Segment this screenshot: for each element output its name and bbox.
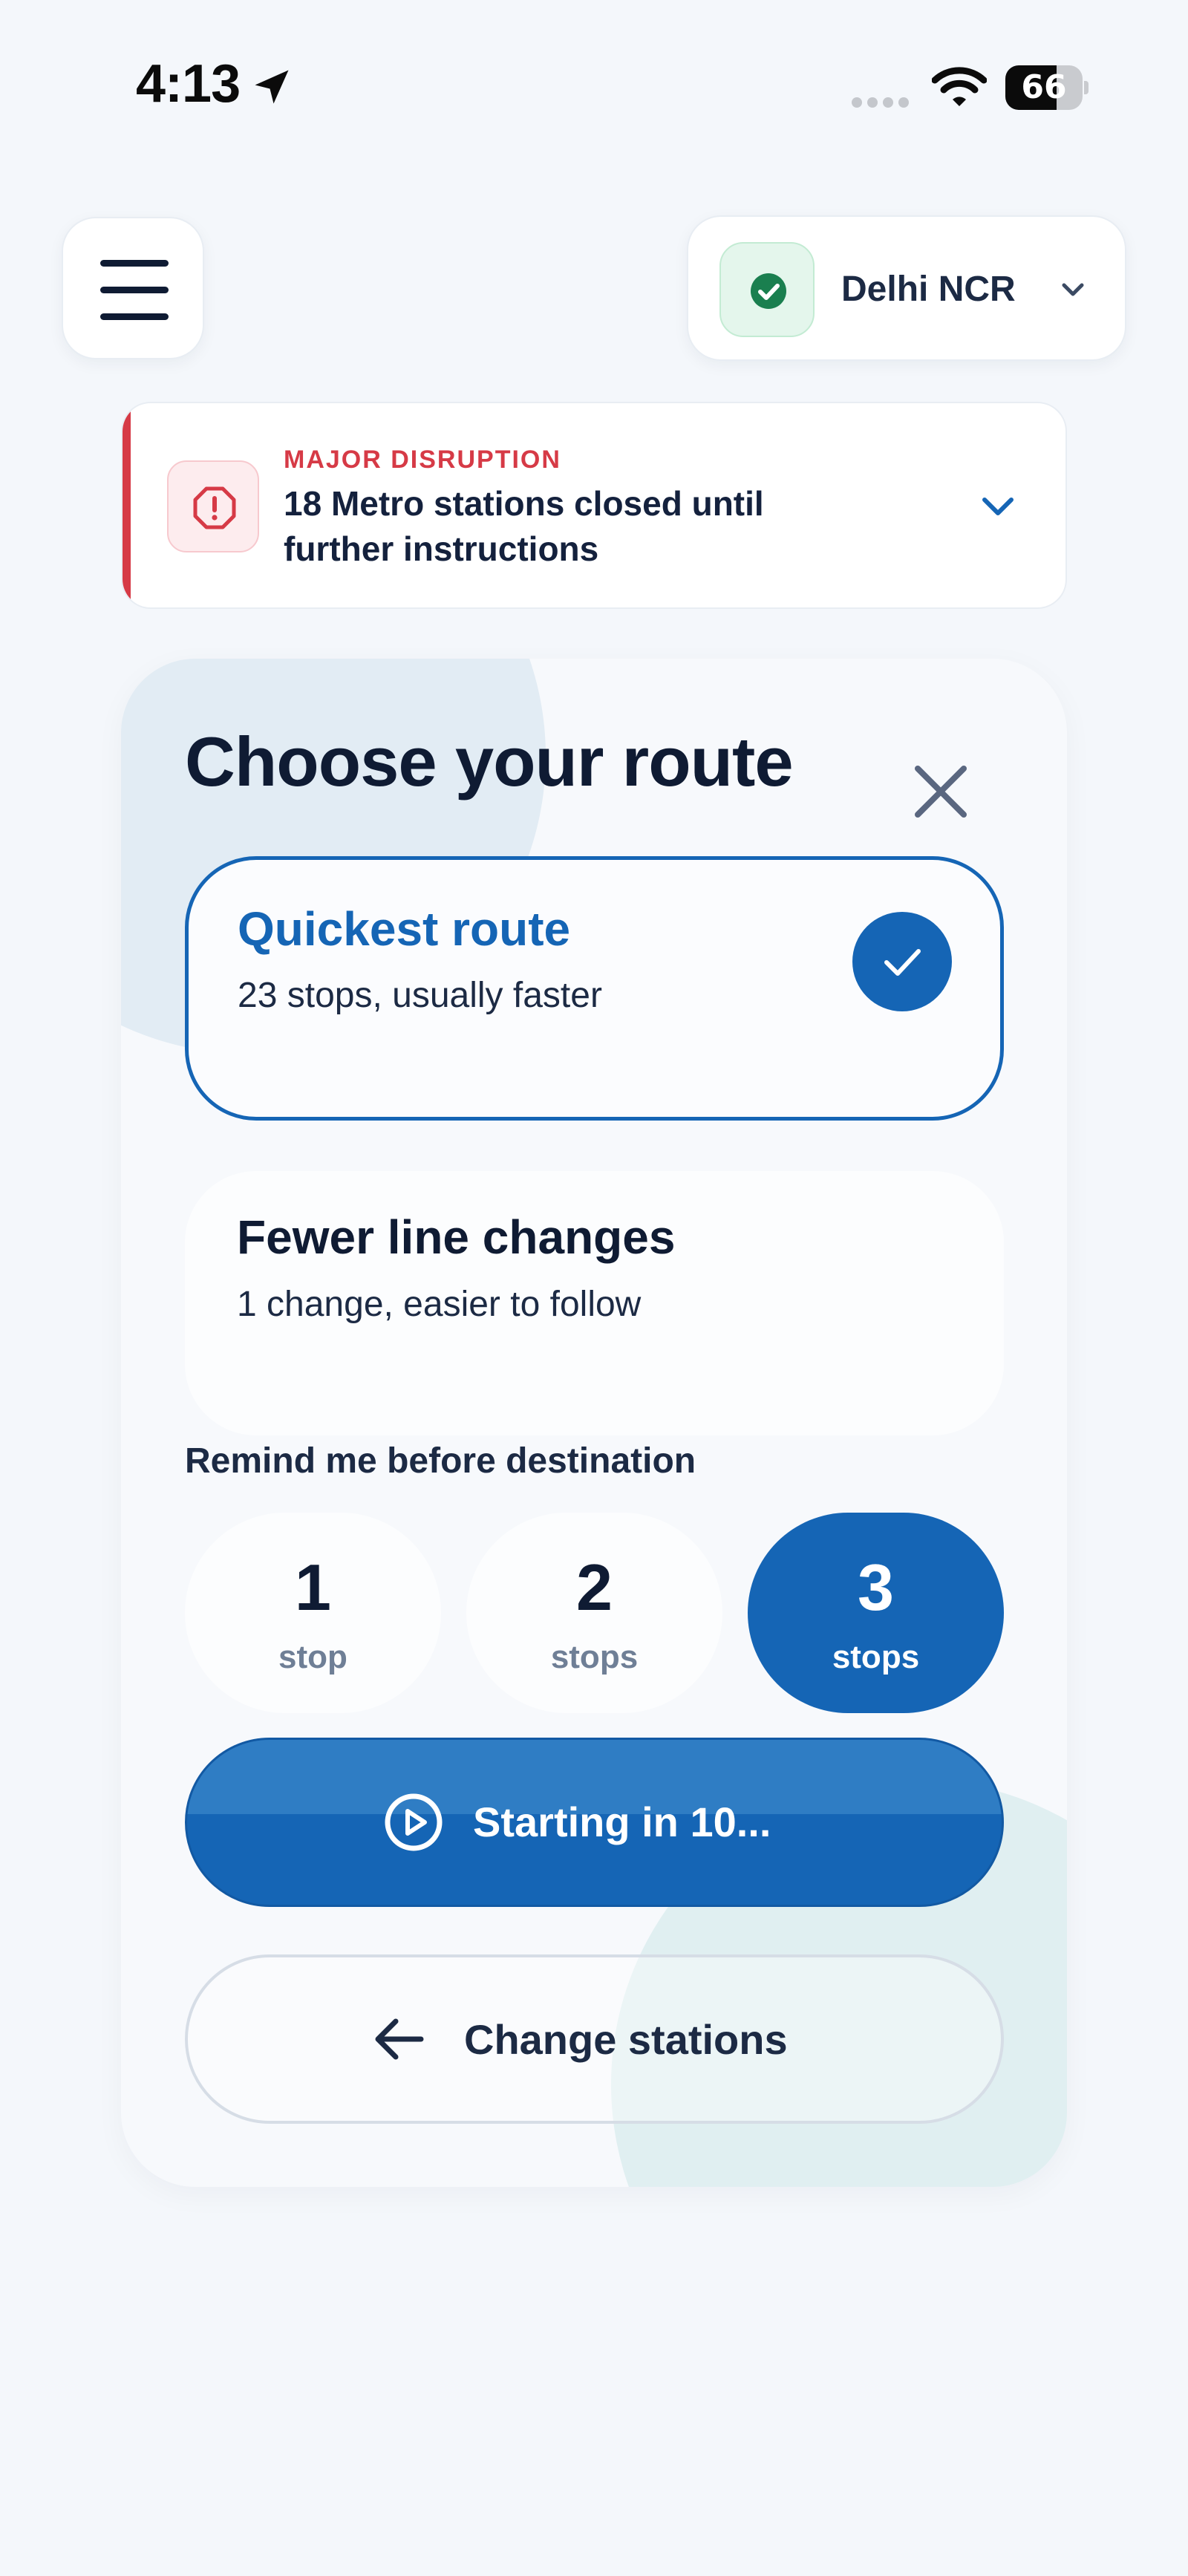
remind-option-number: 2 bbox=[576, 1551, 613, 1624]
checkmark-icon bbox=[884, 949, 921, 976]
battery-tip bbox=[1084, 81, 1089, 94]
alert-octagon-icon bbox=[193, 486, 236, 529]
wifi-icon bbox=[932, 67, 987, 106]
remind-option-2-stops[interactable]: 2 stops bbox=[466, 1513, 722, 1713]
alert-message: 18 Metro stations closed until further i… bbox=[284, 484, 764, 568]
play-circle-icon bbox=[385, 1793, 443, 1851]
remind-option-number: 1 bbox=[295, 1551, 331, 1624]
alert-expand-chevron-icon[interactable] bbox=[977, 491, 1019, 522]
alert-stripe bbox=[123, 403, 131, 607]
start-journey-label: Starting in 10... bbox=[473, 1799, 771, 1845]
battery-body: 66 bbox=[1005, 65, 1083, 110]
alert-icon-box bbox=[167, 460, 259, 552]
battery-level: 66 bbox=[1021, 68, 1067, 106]
route-panel-title: Choose your route bbox=[185, 723, 794, 800]
route-panel: Choose your route Quickest route 23 stop… bbox=[121, 659, 1067, 2187]
selected-check-badge bbox=[852, 912, 952, 1011]
route-option-subtitle: 1 change, easier to follow bbox=[237, 1285, 642, 1324]
status-bar: 4:13 66 bbox=[0, 0, 1188, 149]
remind-label: Remind me before destination bbox=[185, 1441, 696, 1481]
remind-option-3-stops[interactable]: 3 stops bbox=[748, 1513, 1004, 1713]
battery-icon: 66 bbox=[1005, 65, 1089, 110]
menu-button[interactable] bbox=[62, 217, 204, 359]
route-option-title: Quickest route bbox=[238, 902, 571, 956]
alert-tag: MAJOR DISRUPTION bbox=[284, 446, 561, 474]
hamburger-menu-icon bbox=[100, 260, 169, 320]
region-label: Delhi NCR bbox=[841, 270, 1016, 309]
disruption-alert[interactable]: MAJOR DISRUPTION 18 Metro stations close… bbox=[121, 402, 1067, 609]
change-stations-button[interactable]: Change stations bbox=[185, 1954, 1004, 2124]
close-button[interactable] bbox=[904, 755, 977, 828]
region-selector[interactable]: Delhi NCR bbox=[687, 215, 1126, 361]
remind-option-unit: stops bbox=[550, 1639, 639, 1675]
region-status-badge bbox=[719, 242, 815, 337]
remind-option-number: 3 bbox=[858, 1551, 894, 1624]
remind-option-unit: stop bbox=[278, 1639, 347, 1675]
change-stations-label: Change stations bbox=[464, 2016, 788, 2063]
location-arrow-icon bbox=[255, 70, 289, 104]
status-time: 4:13 bbox=[136, 54, 241, 114]
chevron-down-icon bbox=[1062, 283, 1084, 296]
cellular-signal-icon bbox=[852, 97, 909, 108]
arrow-left-icon bbox=[375, 2018, 424, 2060]
remind-option-1-stop[interactable]: 1 stop bbox=[185, 1513, 441, 1713]
route-option-quickest[interactable]: Quickest route 23 stops, usually faster bbox=[185, 856, 1004, 1121]
start-journey-button[interactable]: Starting in 10... bbox=[185, 1738, 1004, 1907]
route-option-title: Fewer line changes bbox=[237, 1210, 676, 1264]
route-option-fewer-changes[interactable]: Fewer line changes 1 change, easier to f… bbox=[185, 1171, 1004, 1435]
remind-option-unit: stops bbox=[832, 1639, 920, 1675]
close-icon bbox=[915, 766, 967, 818]
check-circle-icon bbox=[751, 273, 786, 309]
route-option-subtitle: 23 stops, usually faster bbox=[238, 976, 602, 1015]
